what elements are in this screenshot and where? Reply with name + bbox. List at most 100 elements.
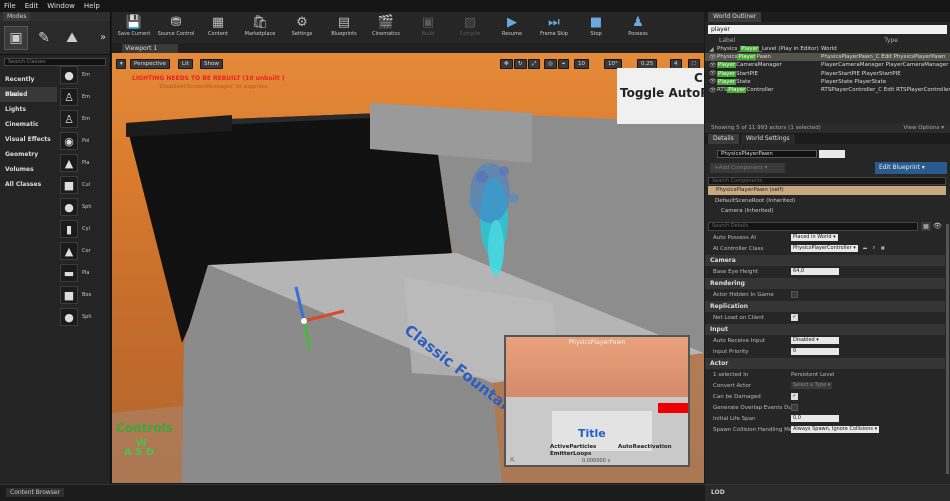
menu-edit[interactable]: Edit xyxy=(25,2,39,10)
can-be-damaged-checkbox[interactable]: ✓ xyxy=(791,393,798,400)
search-components-input[interactable]: Search Components xyxy=(708,177,946,185)
preview-toggle-icon[interactable]: ⇱ xyxy=(510,457,515,464)
expand-modes-icon[interactable]: » xyxy=(96,26,110,50)
category-visual-effects[interactable]: Visual Effects xyxy=(0,132,57,147)
grid-snap-value[interactable]: 10 xyxy=(574,59,589,69)
visibility-eye-icon[interactable]: 👁 xyxy=(709,87,717,94)
table-row[interactable]: 👁 PhysicsPlayerPawn PhysicsPlayerPawn_C Ed… xyxy=(705,53,950,62)
table-row[interactable]: 👁 PlayerCameraManager PlayerCameraManager … xyxy=(705,61,950,69)
list-item[interactable]: ■ Cul xyxy=(58,174,110,196)
outliner-search-input[interactable]: player xyxy=(708,25,947,34)
search-icon[interactable]: ⌕ xyxy=(872,245,875,252)
tab-modes[interactable]: Modes xyxy=(3,12,31,21)
list-item[interactable]: ▮ Cyl xyxy=(58,218,110,240)
possess-button[interactable]: ♟ Possess xyxy=(618,12,658,37)
net-load-checkbox[interactable]: ✓ xyxy=(791,314,798,321)
ai-controller-class-select[interactable]: PhysicsPlayerController ▾ xyxy=(791,245,858,252)
list-item[interactable]: ▬ Pla xyxy=(58,262,110,284)
section-input[interactable]: Input xyxy=(705,324,945,335)
level-viewport[interactable]: ▾ Perspective Lit Show ✥ ↻ ⤢ ◎ ⌖ 10 10° … xyxy=(112,53,704,483)
stop-button[interactable]: ■ Stop xyxy=(576,12,616,37)
input-priority-input[interactable]: 0 xyxy=(791,348,839,355)
settings-button[interactable]: ⚙ Settings xyxy=(282,12,322,37)
list-item[interactable]: ◉ Poi xyxy=(58,130,110,152)
cinematics-button[interactable]: 🎬 Cinematics xyxy=(366,12,406,37)
clear-icon[interactable]: ✖ xyxy=(880,246,885,252)
visibility-eye-icon[interactable]: ◢ xyxy=(709,46,717,53)
column-label[interactable]: Label xyxy=(719,37,735,44)
visibility-eye-icon[interactable]: 👁 xyxy=(709,78,717,85)
tab-world-settings[interactable]: World Settings xyxy=(740,134,795,144)
list-item[interactable]: ■ Box xyxy=(58,284,110,306)
add-component-button[interactable]: +Add Component ▾ xyxy=(710,163,785,173)
actor-name-extra-field[interactable] xyxy=(819,150,845,158)
list-item[interactable]: ♙ Em xyxy=(58,108,110,130)
landscape-mode-icon[interactable]: ⛰ xyxy=(60,26,84,50)
frame-skip-button[interactable]: ⏭ Frame Skip xyxy=(534,12,574,37)
section-rendering[interactable]: Rendering xyxy=(705,278,945,289)
translate-tool-icon[interactable]: ✥ xyxy=(500,59,513,69)
category-geometry[interactable]: Geometry xyxy=(0,147,57,162)
rotate-tool-icon[interactable]: ↻ xyxy=(514,59,527,69)
section-actor[interactable]: Actor xyxy=(705,358,945,369)
overlap-events-checkbox[interactable] xyxy=(791,404,798,411)
visibility-eye-icon[interactable]: 👁 xyxy=(709,70,717,77)
tab-viewport[interactable]: Viewport 1 xyxy=(122,44,178,53)
details-view-icon[interactable]: ▦ xyxy=(921,222,931,231)
tab-world-outliner[interactable]: World Outliner xyxy=(708,12,762,22)
actor-name-field[interactable]: PhysicsPlayerPawn xyxy=(717,150,817,158)
save-current-button[interactable]: 💾 Save Current xyxy=(114,12,154,37)
list-item[interactable]: ● Sph xyxy=(58,306,110,328)
auto-possess-ai-select[interactable]: Placed in World ▾ xyxy=(791,234,838,241)
blueprints-button[interactable]: ▤ Blueprints xyxy=(324,12,364,37)
build-button[interactable]: ▣ Build xyxy=(408,12,448,37)
content-button[interactable]: ▦ Content xyxy=(198,12,238,37)
view-options-button[interactable]: View Options ▾ xyxy=(903,125,944,131)
table-row[interactable]: ◢ Physics_Player_Level (Play in Editor) Wo… xyxy=(705,45,950,53)
menu-window[interactable]: Window xyxy=(47,2,75,10)
surface-snap-icon[interactable]: ⌖ xyxy=(558,59,570,69)
spawn-collision-select[interactable]: Always Spawn, Ignore Collisions ▾ xyxy=(791,426,880,433)
show-button[interactable]: Show xyxy=(200,59,223,69)
menu-file[interactable]: File xyxy=(4,2,16,10)
section-lod[interactable]: LOD xyxy=(705,485,950,501)
column-type[interactable]: Type xyxy=(884,37,898,44)
category-all-classes[interactable]: All Classes xyxy=(0,177,57,192)
compile-button[interactable]: ▧ Compile xyxy=(450,12,490,37)
source-control-button[interactable]: ⛃ Source Control xyxy=(156,12,196,37)
category-recently-placed[interactable]: Recently Placed xyxy=(0,72,57,98)
eye-icon[interactable]: 👁 xyxy=(933,222,945,231)
perspective-button[interactable]: Perspective xyxy=(130,59,170,69)
section-camera[interactable]: Camera xyxy=(705,255,945,266)
details-scrollbar[interactable] xyxy=(946,224,949,474)
actor-hidden-checkbox[interactable] xyxy=(791,291,798,298)
browse-arrow-icon[interactable]: ⬅ xyxy=(863,246,868,252)
table-row[interactable]: 👁 RTSPlayerController RTSPlayerController_… xyxy=(705,86,950,94)
lit-button[interactable]: Lit xyxy=(178,59,193,69)
tab-content-browser[interactable]: Content Browser xyxy=(6,488,65,497)
marketplace-button[interactable]: 🛍 Marketplace xyxy=(240,12,280,37)
category-cinematic[interactable]: Cinematic xyxy=(0,117,57,132)
tab-details[interactable]: Details xyxy=(708,134,739,144)
category-basic[interactable]: Basic xyxy=(0,87,57,102)
menu-help[interactable]: Help xyxy=(84,2,100,10)
list-item[interactable]: ▲ Cor xyxy=(58,240,110,262)
section-replication[interactable]: Replication xyxy=(705,301,945,312)
list-item[interactable]: ♙ Em xyxy=(58,86,110,108)
component-default-scene-root[interactable]: DefaultSceneRoot (Inherited) xyxy=(715,197,795,206)
resume-button[interactable]: ▶ Resume xyxy=(492,12,532,37)
component-self[interactable]: PhysicsPlayerPawn (self) xyxy=(708,186,946,195)
initial-life-span-input[interactable]: 0,0 xyxy=(791,415,839,422)
visibility-eye-icon[interactable]: 👁 xyxy=(709,62,717,69)
edit-blueprint-button[interactable]: Edit Blueprint ▾ xyxy=(875,162,947,174)
search-details-input[interactable]: Search Details xyxy=(708,222,918,231)
place-mode-icon[interactable]: ▣ xyxy=(4,25,28,50)
list-item[interactable]: ● Sph xyxy=(58,196,110,218)
table-row[interactable]: 👁 PlayerState PlayerState PlayerState xyxy=(705,78,950,86)
table-row[interactable]: 👁 PlayerStartPIE PlayerStartPIE PlayerStar… xyxy=(705,70,950,78)
auto-receive-input-select[interactable]: Disabled ▾ xyxy=(791,337,839,344)
list-item[interactable]: ▲ Pla xyxy=(58,152,110,174)
scale-tool-icon[interactable]: ⤢ xyxy=(528,59,541,69)
base-eye-height-input[interactable]: 64,0 xyxy=(791,268,839,275)
world-space-icon[interactable]: ◎ xyxy=(544,59,557,69)
